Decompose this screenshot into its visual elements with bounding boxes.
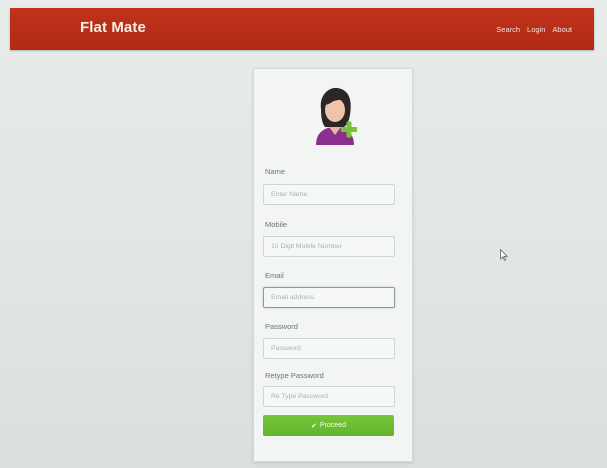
name-input[interactable] (263, 184, 395, 205)
password-label: Password (265, 322, 298, 331)
mobile-input[interactable] (263, 236, 395, 257)
nav-link-about[interactable]: About (552, 25, 572, 34)
top-navbar: Flat Mate Search Login About (10, 8, 594, 50)
proceed-button[interactable]: ✔ Proceed (263, 415, 394, 436)
mouse-cursor-icon (500, 249, 508, 261)
brand-logo[interactable]: Flat Mate (80, 19, 146, 36)
mobile-label: Mobile (265, 220, 288, 229)
page: Flat Mate Search Login About Name Mobile… (0, 0, 607, 468)
name-label: Name (265, 167, 286, 176)
check-icon: ✔ (311, 422, 317, 430)
email-label: Email (265, 271, 284, 280)
password-input[interactable] (263, 338, 395, 359)
signup-form-card: Name Mobile Email Password Retype Passwo… (253, 68, 413, 462)
email-input[interactable] (263, 287, 395, 308)
nav-link-search[interactable]: Search (496, 25, 520, 34)
retype-password-input[interactable] (263, 386, 395, 407)
add-user-icon (316, 87, 357, 145)
nav-links: Search Login About (496, 25, 572, 34)
proceed-label: Proceed (319, 422, 346, 429)
retype-password-label: Retype Password (265, 371, 324, 380)
nav-link-login[interactable]: Login (527, 25, 545, 34)
